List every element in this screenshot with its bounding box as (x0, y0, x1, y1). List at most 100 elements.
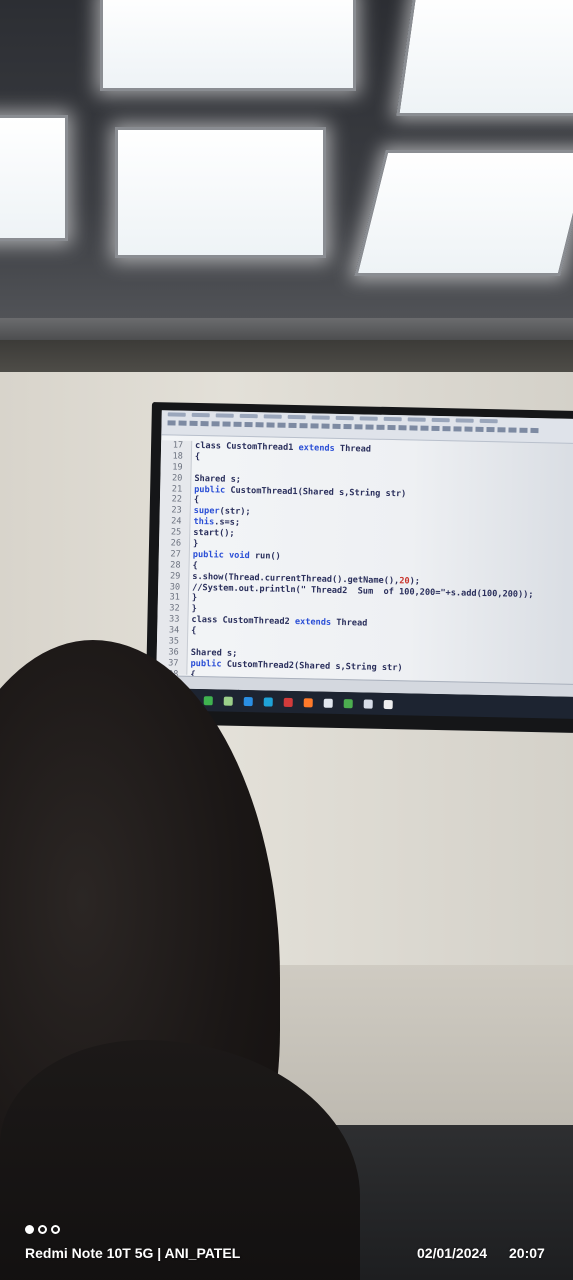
toolbar-button (420, 425, 429, 431)
toolbar-button (222, 421, 231, 427)
line-number: 20 (171, 473, 183, 484)
ceiling-light (100, 0, 356, 91)
code-token: .s=s; (214, 517, 241, 529)
code-token: public (194, 484, 226, 496)
code-token: 20 (399, 575, 410, 587)
ceiling-light (0, 115, 68, 241)
toolbar-button (343, 424, 352, 430)
toolbar-button (442, 426, 451, 432)
code-text: { (194, 495, 199, 506)
watermark-time: 20:07 (509, 1245, 545, 1261)
menu-item (311, 415, 330, 420)
taskbar-app-icon (323, 698, 333, 708)
menu-item (407, 417, 426, 422)
menu-item (455, 418, 474, 423)
line-number: 31 (169, 592, 181, 604)
toolbar-button (167, 420, 176, 426)
menu-item (431, 417, 450, 423)
code-area: 17 class CustomThread1 extends Thread 18{1… (156, 440, 573, 692)
toolbar-button (398, 425, 407, 431)
toolbar-button (277, 422, 286, 428)
menu-item (263, 414, 282, 419)
line-number: 30 (169, 581, 181, 593)
taskbar-app-icon (303, 697, 313, 707)
toolbar-button (486, 427, 495, 433)
line-number: 27 (170, 549, 181, 560)
toolbar-button (288, 422, 297, 429)
toolbar-button (310, 423, 319, 429)
line-number: 22 (171, 494, 183, 506)
toolbar-button (409, 425, 418, 431)
code-text: { (191, 626, 196, 637)
code-token: { (193, 495, 200, 506)
toolbar-button (200, 421, 209, 427)
code-editor-window: 17 class CustomThread1 extends Thread 18{1… (156, 410, 573, 697)
toolbar-button (365, 424, 374, 430)
code-token: extends (298, 443, 335, 454)
toolbar-button (453, 426, 462, 432)
menu-item (287, 414, 306, 420)
taskbar-app-icon (283, 697, 293, 707)
code-token: extends (294, 617, 332, 629)
menu-item (215, 413, 234, 418)
code-token: { (192, 560, 198, 571)
line-number: 23 (171, 505, 182, 516)
toolbar-button (332, 423, 341, 429)
watermark-device: Redmi Note 10T 5G | ANI_PATEL (25, 1245, 241, 1261)
code-token: } (191, 604, 197, 615)
code-token: } (192, 538, 199, 550)
code-token: ); (409, 576, 421, 587)
code-token: { (191, 626, 197, 637)
menu-item (359, 416, 378, 421)
line-number: 25 (170, 527, 182, 538)
toolbar-button (530, 427, 539, 434)
camera-watermark-dots (25, 1225, 60, 1234)
monitor: 17 class CustomThread1 extends Thread 18{1… (145, 402, 573, 733)
line-number: 32 (169, 603, 180, 614)
code-token: public void (192, 549, 250, 561)
toolbar-button (233, 421, 242, 427)
watermark-date: 02/01/2024 (417, 1245, 488, 1261)
code-token: } (191, 593, 198, 604)
menu-item (383, 416, 402, 422)
code-token: Shared s; (190, 647, 238, 659)
editor-menubar (161, 410, 573, 444)
code-text: start(); (193, 528, 235, 540)
toolbar-button (464, 426, 473, 432)
line-number: 36 (168, 647, 179, 658)
taskbar-app-icon (243, 696, 253, 706)
line-number: 33 (168, 614, 180, 625)
code-text: } (192, 593, 197, 604)
toolbar-button (387, 424, 396, 431)
code-text: { (192, 561, 197, 572)
line-number: 24 (171, 516, 182, 527)
taskbar-app-icon (363, 699, 373, 709)
ceiling-beam (0, 318, 573, 342)
code-token: super (193, 506, 220, 517)
toolbar-button (211, 421, 220, 427)
line-number: 34 (168, 625, 180, 636)
code-token: Thread (334, 443, 372, 455)
taskbar-app-icon (203, 695, 213, 705)
line-number: 18 (172, 451, 183, 462)
code-token: run() (249, 550, 281, 562)
code-token: public (190, 658, 222, 670)
toolbar-button (189, 420, 198, 426)
code-token: Shared s; (194, 473, 242, 485)
taskbar-app-icon (343, 698, 353, 708)
taskbar-app-icon (263, 696, 273, 707)
toolbar-button (244, 421, 253, 428)
line-number: 29 (169, 571, 181, 582)
menu-item (479, 418, 498, 424)
watermark-dot (51, 1225, 60, 1234)
code-token: this (193, 517, 215, 528)
photo-scene: 17 class CustomThread1 extends Thread 18{1… (0, 0, 573, 1280)
menu-item (239, 413, 258, 419)
code-token: { (194, 451, 201, 462)
line-number: 17 (172, 440, 184, 451)
taskbar-app-icon (383, 699, 393, 709)
toolbar-button (475, 426, 484, 432)
code-token: start(); (193, 528, 235, 539)
toolbar-button (299, 423, 308, 429)
toolbar-button (376, 424, 385, 430)
